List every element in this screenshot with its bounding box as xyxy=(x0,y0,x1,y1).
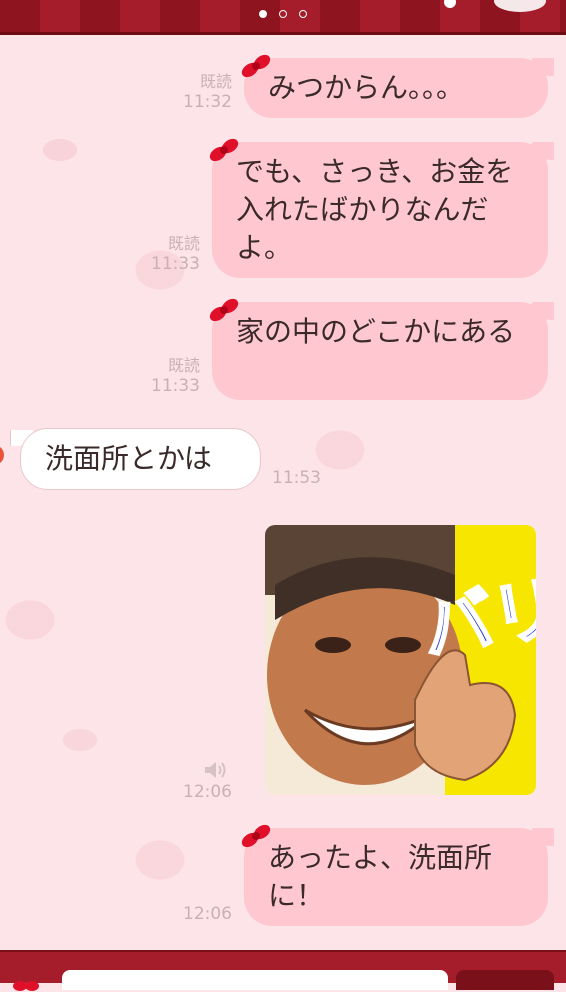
message-bubble-outgoing[interactable]: でも、さっき、お金を入れたばかりなんだよ。 xyxy=(212,142,548,278)
timestamp: 12:06 xyxy=(183,904,232,924)
read-receipt: 既読 xyxy=(167,356,200,375)
read-receipt: 既読 xyxy=(199,72,232,91)
ribbon-icon xyxy=(241,824,271,848)
speaker-icon[interactable] xyxy=(203,760,229,780)
timestamp: 11:53 xyxy=(272,468,321,488)
message-meta: 11:53 xyxy=(272,468,332,488)
message-input[interactable] xyxy=(62,970,448,990)
page-dot-3[interactable] xyxy=(299,10,307,18)
message-bubble-incoming[interactable]: 洗面所とかは xyxy=(20,428,261,490)
read-receipt: 既読 xyxy=(167,234,200,253)
ribbon-sticker-icon[interactable] xyxy=(12,976,40,992)
timestamp: 11:33 xyxy=(151,254,200,274)
top-bar xyxy=(0,0,566,35)
message-text: 洗面所とかは xyxy=(45,442,212,475)
message-text: みつからん。。。 xyxy=(268,71,465,104)
page-dot-2[interactable] xyxy=(279,10,287,18)
message-text: 家の中のどこかにある xyxy=(236,315,516,348)
message-meta: 既読 11:32 xyxy=(160,72,232,112)
message-text: あったよ、洗面所に！ xyxy=(268,841,493,912)
message-meta: 既読 11:33 xyxy=(128,234,200,274)
message-meta: 12:06 xyxy=(172,904,232,924)
send-button[interactable] xyxy=(456,970,554,990)
sticker-image[interactable]: バリよか! xyxy=(265,525,536,795)
avatar[interactable] xyxy=(0,445,4,465)
sticker-illustration: バリよか! xyxy=(265,525,536,795)
message-text: でも、さっき、お金を入れたばかりなんだよ。 xyxy=(236,155,514,264)
input-bar xyxy=(0,950,566,991)
message-meta: 12:06 xyxy=(172,782,232,802)
header-icon[interactable] xyxy=(444,0,456,8)
ribbon-icon xyxy=(209,138,239,162)
ribbon-icon xyxy=(241,54,271,78)
page-indicator xyxy=(259,10,307,18)
message-bubble-outgoing[interactable]: 家の中のどこかにある xyxy=(212,302,548,400)
timestamp: 12:06 xyxy=(183,782,232,802)
message-bubble-outgoing[interactable]: あったよ、洗面所に！ xyxy=(244,828,548,926)
page-dot-1[interactable] xyxy=(259,10,267,18)
timestamp: 11:33 xyxy=(151,376,200,396)
message-meta: 既読 11:33 xyxy=(128,356,200,396)
ribbon-icon xyxy=(209,298,239,322)
timestamp: 11:32 xyxy=(183,92,232,112)
header-decoration-icon xyxy=(494,0,546,12)
message-bubble-outgoing[interactable]: みつからん。。。 xyxy=(244,58,548,118)
